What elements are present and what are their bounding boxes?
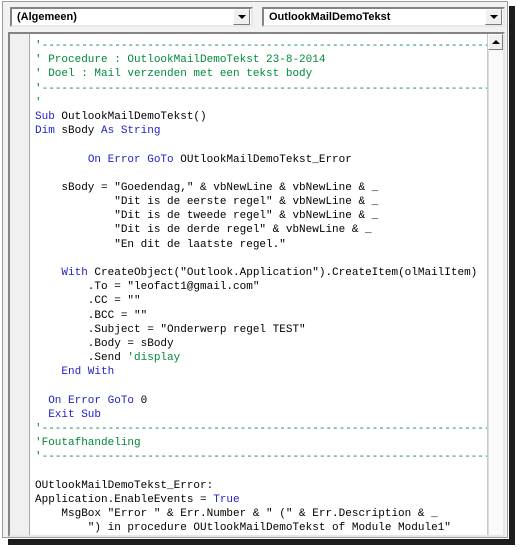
code-editor-pane[interactable]: '---------------------------------------… [8,32,505,537]
editor-dropdown-bar: (Algemeen) OutlookMailDemoTekst [6,4,506,30]
code-token-keyword: True [213,494,240,506]
procedure-dropdown-value: OutlookMailDemoTekst [269,11,391,23]
object-dropdown-arrow-button[interactable] [233,9,250,25]
arrow-up-icon [491,40,500,44]
object-dropdown[interactable]: (Algemeen) [10,7,253,27]
code-line: sBody = "Goedendag," & vbNewLine & vbNew… [31,181,487,195]
code-token-plain: .Subject = "Onderwerp regel TEST" [35,323,306,336]
code-token-plain: .Send [35,352,128,365]
code-token-plain: .CC = "" [35,295,141,308]
code-line: .To = "leofact1@gmail.com" [31,280,487,294]
window-shadow-right [509,6,515,543]
code-token-plain: ") in procedure OUtlookMailDemoTekst of … [35,522,451,535]
code-line: End With [31,365,487,379]
code-token-keyword: Sub [35,110,62,123]
code-line: .Send 'display [31,351,487,365]
code-token-plain: .BCC = "" [35,309,148,322]
code-lines-container: '---------------------------------------… [31,39,487,535]
vba-code-editor-window: (Algemeen) OutlookMailDemoTekst '-------… [0,0,520,550]
vertical-scrollbar-track[interactable] [488,51,503,535]
code-token-plain: OutlookMailDemoTekst() [61,110,207,123]
code-token-keyword: End With [61,366,115,379]
code-line: .Body = sBody [31,337,487,351]
code-token-comment: '---------------------------------------… [35,451,487,464]
code-line: "Dit is de eerste regel" & vbNewLine & _ [31,195,487,209]
code-line: OUtlookMailDemoTekst_Error: [31,479,487,493]
code-line: "Dit is de derde regel" & vbNewLine & _ [31,223,487,237]
code-token-plain: "En dit de laatste regel." [35,238,286,251]
code-line: ") in procedure OUtlookMailDemoTekst of … [31,521,487,535]
code-line: 'Foutafhandeling [31,436,487,450]
code-token-plain: OUtlookMailDemoTekst_Error: [35,479,214,492]
code-line: '---------------------------------------… [31,422,487,436]
code-token-keyword: With [61,267,95,279]
code-token-plain: "Dit is de derde regel" & vbNewLine & _ [35,224,372,237]
code-token-plain: sBody [61,125,102,138]
code-line: "En dit de laatste regel." [31,238,487,252]
code-text-surface[interactable]: '---------------------------------------… [31,34,487,535]
code-token-keyword: Exit Sub [48,408,102,421]
scroll-up-button[interactable] [488,34,503,50]
code-line: ' [31,96,487,110]
code-token-comment: '---------------------------------------… [35,423,487,436]
code-token-plain: .To = "leofact1@gmail.com" [35,281,260,294]
code-token-plain: sBody = "Goedendag," & vbNewLine & vbNew… [35,181,379,194]
chevron-down-icon [489,15,498,19]
code-line: Dim sBody As String [31,124,487,138]
editor-margin-indicator-bar[interactable] [10,34,30,535]
object-dropdown-value: (Algemeen) [17,11,77,23]
code-line: Application.EnableEvents = True [31,493,487,507]
code-line: '---------------------------------------… [31,450,487,464]
code-token-keyword: On Error GoTo [87,153,181,166]
code-token-plain: "Dit is de tweede regel" & vbNewLine & _ [35,210,379,223]
code-token-comment: 'Foutafhandeling [35,437,141,450]
code-token-plain: "Dit is de eerste regel" & vbNewLine & _ [35,196,379,209]
code-line: On Error GoTo 0 [31,394,487,408]
code-token-plain: .Body = sBody [35,337,174,350]
code-token-plain: OUtlookMailDemoTekst_Error [180,153,352,166]
code-token-plain: MsgBox "Error " & Err.Number & " (" & Er… [35,508,438,521]
window-shadow-bottom [8,539,515,545]
code-line: '---------------------------------------… [31,82,487,96]
code-token-comment: 'display [127,352,181,365]
code-line: With CreateObject("Outlook.Application")… [31,266,487,280]
code-line: .BCC = "" [31,309,487,323]
code-token-keyword: On Error GoTo [48,394,141,407]
code-line: .Subject = "Onderwerp regel TEST" [31,323,487,337]
code-token-plain: Application.EnableEvents = [35,494,214,506]
procedure-dropdown-arrow-button[interactable] [485,9,502,25]
code-token-comment: '---------------------------------------… [35,82,487,95]
code-line: ' Doel : Mail verzenden met een tekst bo… [31,67,487,81]
chevron-down-icon [237,15,246,19]
window-frame: (Algemeen) OutlookMailDemoTekst '-------… [2,1,508,538]
code-token-comment: ' [35,96,42,109]
vertical-scrollbar[interactable] [487,34,503,535]
code-line: On Error GoTo OUtlookMailDemoTekst_Error [31,153,487,167]
code-line: MsgBox "Error " & Err.Number & " (" & Er… [31,507,487,521]
code-token-keyword: Dim [35,125,62,138]
code-token-keyword: As String [101,125,161,138]
code-token-plain: CreateObject("Outlook.Application").Crea… [94,267,478,279]
code-line: Sub OutlookMailDemoTekst() [31,110,487,124]
code-token-plain: 0 [140,394,148,407]
code-line: ' Procedure : OutlookMailDemoTekst 23-8-… [31,53,487,67]
code-line: '---------------------------------------… [31,39,487,53]
code-line: .CC = "" [31,294,487,308]
code-token-comment: ' Procedure : OutlookMailDemoTekst 23-8-… [35,54,326,67]
code-line: "Dit is de tweede regel" & vbNewLine & _ [31,209,487,223]
procedure-dropdown[interactable]: OutlookMailDemoTekst [262,7,505,27]
code-token-comment: ' Doel : Mail verzenden met een tekst bo… [35,68,313,81]
code-line: Exit Sub [31,408,487,422]
code-token-comment: '---------------------------------------… [35,40,487,52]
